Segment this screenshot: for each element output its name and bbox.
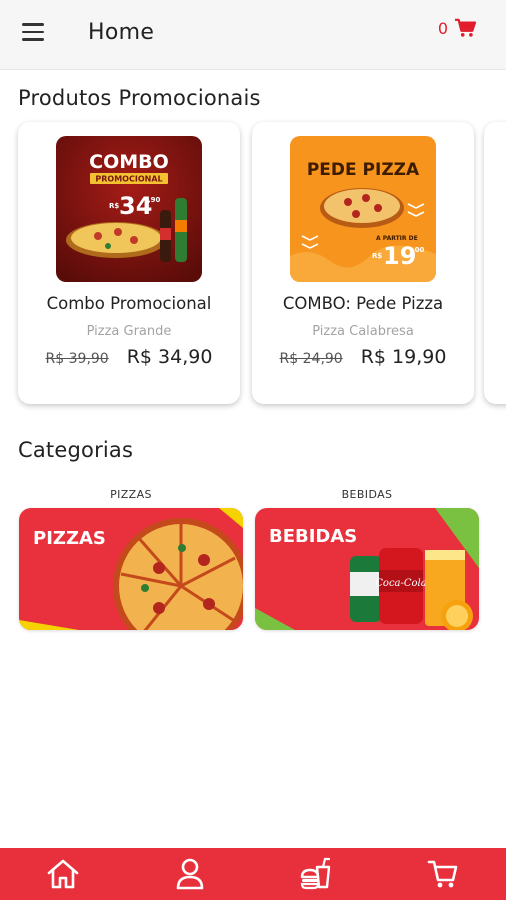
cart-icon: [455, 18, 476, 37]
svg-text:,00: ,00: [412, 246, 425, 254]
bebidas-banner-text: BEBIDAS: [269, 526, 357, 547]
promo1-ribbon: PROMOCIONAL: [95, 175, 162, 184]
categories-section-title: Categorias: [18, 438, 134, 462]
promo-price: R$ 19,90: [360, 346, 447, 368]
user-icon: [176, 858, 204, 890]
category-label-bebidas: BEBIDAS: [341, 488, 393, 501]
header-cart-button[interactable]: 0: [438, 18, 476, 38]
app-bar: Home 0: [0, 0, 506, 70]
promo2-headline: PEDE PIZZA: [307, 160, 420, 180]
svg-text:R$: R$: [372, 252, 382, 260]
promo-image-combo: COMBO PROMOCIONAL R$ 34 ,90: [56, 136, 202, 282]
nav-cart-button[interactable]: [413, 848, 473, 900]
old-price: R$ 24,90: [279, 351, 343, 367]
category-label-pizzas: PIZZAS: [110, 488, 152, 501]
cart-count-badge: 0: [437, 18, 448, 38]
promo-subtitle: Pizza Calabresa: [312, 324, 414, 339]
page-title: Home: [88, 20, 155, 45]
nav-home-button[interactable]: [33, 848, 93, 900]
category-card-pizzas[interactable]: PIZZAS: [19, 508, 243, 630]
category-card-bebidas[interactable]: BEBIDAS Coca-Cola: [255, 508, 479, 630]
promo-subtitle: Pizza Grande: [86, 324, 172, 339]
food-combo-icon: [301, 857, 331, 890]
nav-profile-button[interactable]: [160, 848, 220, 900]
promo-carousel[interactable]: COMBO PROMOCIONAL R$ 34 ,90 Combo Promoc…: [0, 118, 506, 418]
bottom-nav: [0, 848, 506, 900]
old-price: R$ 39,90: [45, 351, 109, 367]
svg-text:R$: R$: [109, 202, 119, 210]
promo-card-pede-pizza[interactable]: PEDE PIZZA A PARTIR DE R$ 19 ,00 COMBO: …: [252, 122, 474, 404]
home-icon: [47, 859, 79, 889]
promo-price: R$ 34,90: [126, 346, 213, 368]
promo-name: COMBO: Pede Pizza: [282, 294, 444, 313]
svg-text:A PARTIR DE: A PARTIR DE: [376, 235, 418, 242]
hamburger-menu-icon[interactable]: [22, 23, 48, 47]
promo-section-title: Produtos Promocionais: [18, 86, 261, 110]
promo-card-combo-promocional[interactable]: COMBO PROMOCIONAL R$ 34 ,90 Combo Promoc…: [18, 122, 240, 404]
nav-menu-button[interactable]: [286, 848, 346, 900]
promo1-headline: COMBO: [89, 151, 169, 173]
price-row: R$ 39,90 R$ 34,90: [18, 346, 240, 368]
price-row: R$ 24,90 R$ 19,90: [252, 346, 474, 368]
cart-icon: [427, 860, 458, 888]
pizzas-banner-text: PIZZAS: [33, 528, 106, 549]
promo-name: Combo Promocional: [46, 294, 212, 313]
svg-text:Coca-Cola: Coca-Cola: [375, 578, 426, 589]
promo-image-pede-pizza: PEDE PIZZA A PARTIR DE R$ 19 ,00: [290, 136, 436, 282]
promo-card-partial[interactable]: [484, 122, 506, 404]
svg-text:,90: ,90: [148, 196, 161, 204]
